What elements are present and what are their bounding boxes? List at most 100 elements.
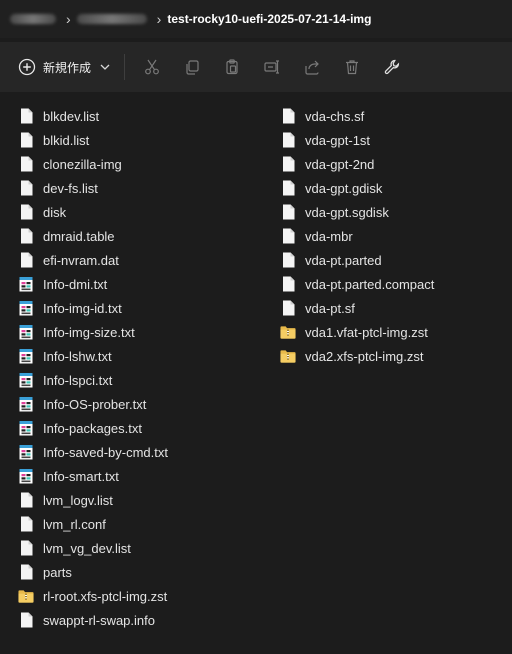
- paste-icon[interactable]: [217, 52, 247, 82]
- file-icon: [18, 539, 34, 557]
- file-name: Info-dmi.txt: [43, 276, 108, 292]
- file-list: blkdev.list blkid.list clonezilla-img dev-f…: [0, 104, 512, 644]
- file-name: clonezilla-img: [43, 156, 122, 172]
- copy-icon[interactable]: [177, 52, 207, 82]
- file-icon: [18, 611, 34, 629]
- file-name: vda-gpt.gdisk: [305, 180, 383, 196]
- file-icon: [280, 227, 296, 245]
- breadcrumb-segment-redacted-2[interactable]: [76, 14, 147, 24]
- text-file-icon: [18, 275, 34, 293]
- file-item[interactable]: blkid.list: [18, 128, 168, 152]
- file-name: vda-chs.sf: [305, 108, 365, 124]
- file-name: vda-gpt.sgdisk: [305, 204, 389, 220]
- file-name: lvm_logv.list: [43, 492, 113, 508]
- file-item[interactable]: rl-root.xfs-ptcl-img.zst: [18, 584, 168, 608]
- file-item[interactable]: Info-img-id.txt: [18, 296, 168, 320]
- file-item[interactable]: vda-pt.parted: [280, 248, 434, 272]
- command-bar: 新規作成: [0, 42, 512, 92]
- text-file-icon: [18, 419, 34, 437]
- rename-icon[interactable]: [257, 52, 287, 82]
- file-name: disk: [43, 204, 67, 220]
- chevron-right-icon: ›: [156, 11, 162, 27]
- file-name: parts: [43, 564, 72, 580]
- file-column-2: vda-chs.sf vda-gpt-1st vda-gpt-2nd vda-gpt.…: [280, 104, 434, 368]
- file-name: vda-pt.parted.compact: [305, 276, 435, 292]
- file-item[interactable]: lvm_vg_dev.list: [18, 536, 168, 560]
- file-item[interactable]: Info-dmi.txt: [18, 272, 168, 296]
- file-item[interactable]: Info-lshw.txt: [18, 344, 168, 368]
- file-name: Info-smart.txt: [43, 468, 119, 484]
- file-icon: [280, 203, 296, 221]
- file-item[interactable]: vda-chs.sf: [280, 104, 434, 128]
- text-file-icon: [18, 371, 34, 389]
- chevron-right-icon: ›: [66, 11, 71, 27]
- file-icon: [280, 179, 296, 197]
- file-name: Info-OS-prober.txt: [43, 396, 147, 412]
- file-name: vda1.vfat-ptcl-img.zst: [305, 324, 428, 340]
- file-name: blkid.list: [43, 132, 90, 148]
- file-item[interactable]: swappt-rl-swap.info: [18, 608, 168, 632]
- file-name: vda-pt.parted: [305, 252, 382, 268]
- text-file-icon: [18, 323, 34, 341]
- file-icon: [18, 227, 34, 245]
- file-icon: [18, 563, 34, 581]
- file-name: lvm_rl.conf: [43, 516, 106, 532]
- file-item[interactable]: parts: [18, 560, 168, 584]
- file-item[interactable]: vda2.xfs-ptcl-img.zst: [280, 344, 434, 368]
- text-file-icon: [18, 395, 34, 413]
- file-icon: [18, 251, 34, 269]
- file-item[interactable]: vda-pt.parted.compact: [280, 272, 434, 296]
- file-icon: [18, 131, 34, 149]
- share-icon[interactable]: [297, 52, 327, 82]
- delete-icon[interactable]: [337, 52, 367, 82]
- file-item[interactable]: disk: [18, 200, 168, 224]
- file-item[interactable]: vda1.vfat-ptcl-img.zst: [280, 320, 434, 344]
- file-item[interactable]: vda-mbr: [280, 224, 434, 248]
- breadcrumb-segment-redacted-1[interactable]: [10, 14, 56, 24]
- file-item[interactable]: efi-nvram.dat: [18, 248, 168, 272]
- new-button[interactable]: 新規作成: [14, 51, 116, 83]
- zip-folder-icon: [280, 347, 296, 365]
- breadcrumb-current[interactable]: test-rocky10-uefi-2025-07-21-14-img: [167, 12, 371, 26]
- properties-icon[interactable]: [377, 52, 407, 82]
- file-name: Info-saved-by-cmd.txt: [43, 444, 168, 460]
- file-icon: [280, 299, 296, 317]
- file-item[interactable]: blkdev.list: [18, 104, 168, 128]
- file-name: Info-packages.txt: [43, 420, 142, 436]
- file-icon: [18, 203, 34, 221]
- cut-icon[interactable]: [137, 52, 167, 82]
- file-name: rl-root.xfs-ptcl-img.zst: [43, 588, 168, 604]
- file-name: dmraid.table: [43, 228, 115, 244]
- file-item[interactable]: vda-gpt.sgdisk: [280, 200, 434, 224]
- file-item[interactable]: Info-lspci.txt: [18, 368, 168, 392]
- text-file-icon: [18, 299, 34, 317]
- file-icon: [280, 131, 296, 149]
- file-name: vda-pt.sf: [305, 300, 355, 316]
- new-button-label: 新規作成: [43, 60, 92, 75]
- file-item[interactable]: dmraid.table: [18, 224, 168, 248]
- file-item[interactable]: clonezilla-img: [18, 152, 168, 176]
- file-item[interactable]: vda-pt.sf: [280, 296, 434, 320]
- file-item[interactable]: Info-OS-prober.txt: [18, 392, 168, 416]
- zip-folder-icon: [18, 587, 34, 605]
- file-item[interactable]: lvm_logv.list: [18, 488, 168, 512]
- file-icon: [18, 491, 34, 509]
- file-name: swappt-rl-swap.info: [43, 612, 155, 628]
- file-name: dev-fs.list: [43, 180, 98, 196]
- file-item[interactable]: Info-smart.txt: [18, 464, 168, 488]
- file-icon: [18, 179, 34, 197]
- file-item[interactable]: lvm_rl.conf: [18, 512, 168, 536]
- file-item[interactable]: vda-gpt-1st: [280, 128, 434, 152]
- file-item[interactable]: dev-fs.list: [18, 176, 168, 200]
- file-item[interactable]: vda-gpt-2nd: [280, 152, 434, 176]
- file-item[interactable]: Info-saved-by-cmd.txt: [18, 440, 168, 464]
- file-icon: [280, 275, 296, 293]
- file-item[interactable]: Info-packages.txt: [18, 416, 168, 440]
- address-bar: › › test-rocky10-uefi-2025-07-21-14-img: [0, 0, 512, 38]
- file-icon: [18, 155, 34, 173]
- file-name: vda2.xfs-ptcl-img.zst: [305, 348, 424, 364]
- toolbar-divider: [124, 54, 126, 80]
- file-item[interactable]: Info-img-size.txt: [18, 320, 168, 344]
- file-name: vda-gpt-1st: [305, 132, 371, 148]
- file-item[interactable]: vda-gpt.gdisk: [280, 176, 434, 200]
